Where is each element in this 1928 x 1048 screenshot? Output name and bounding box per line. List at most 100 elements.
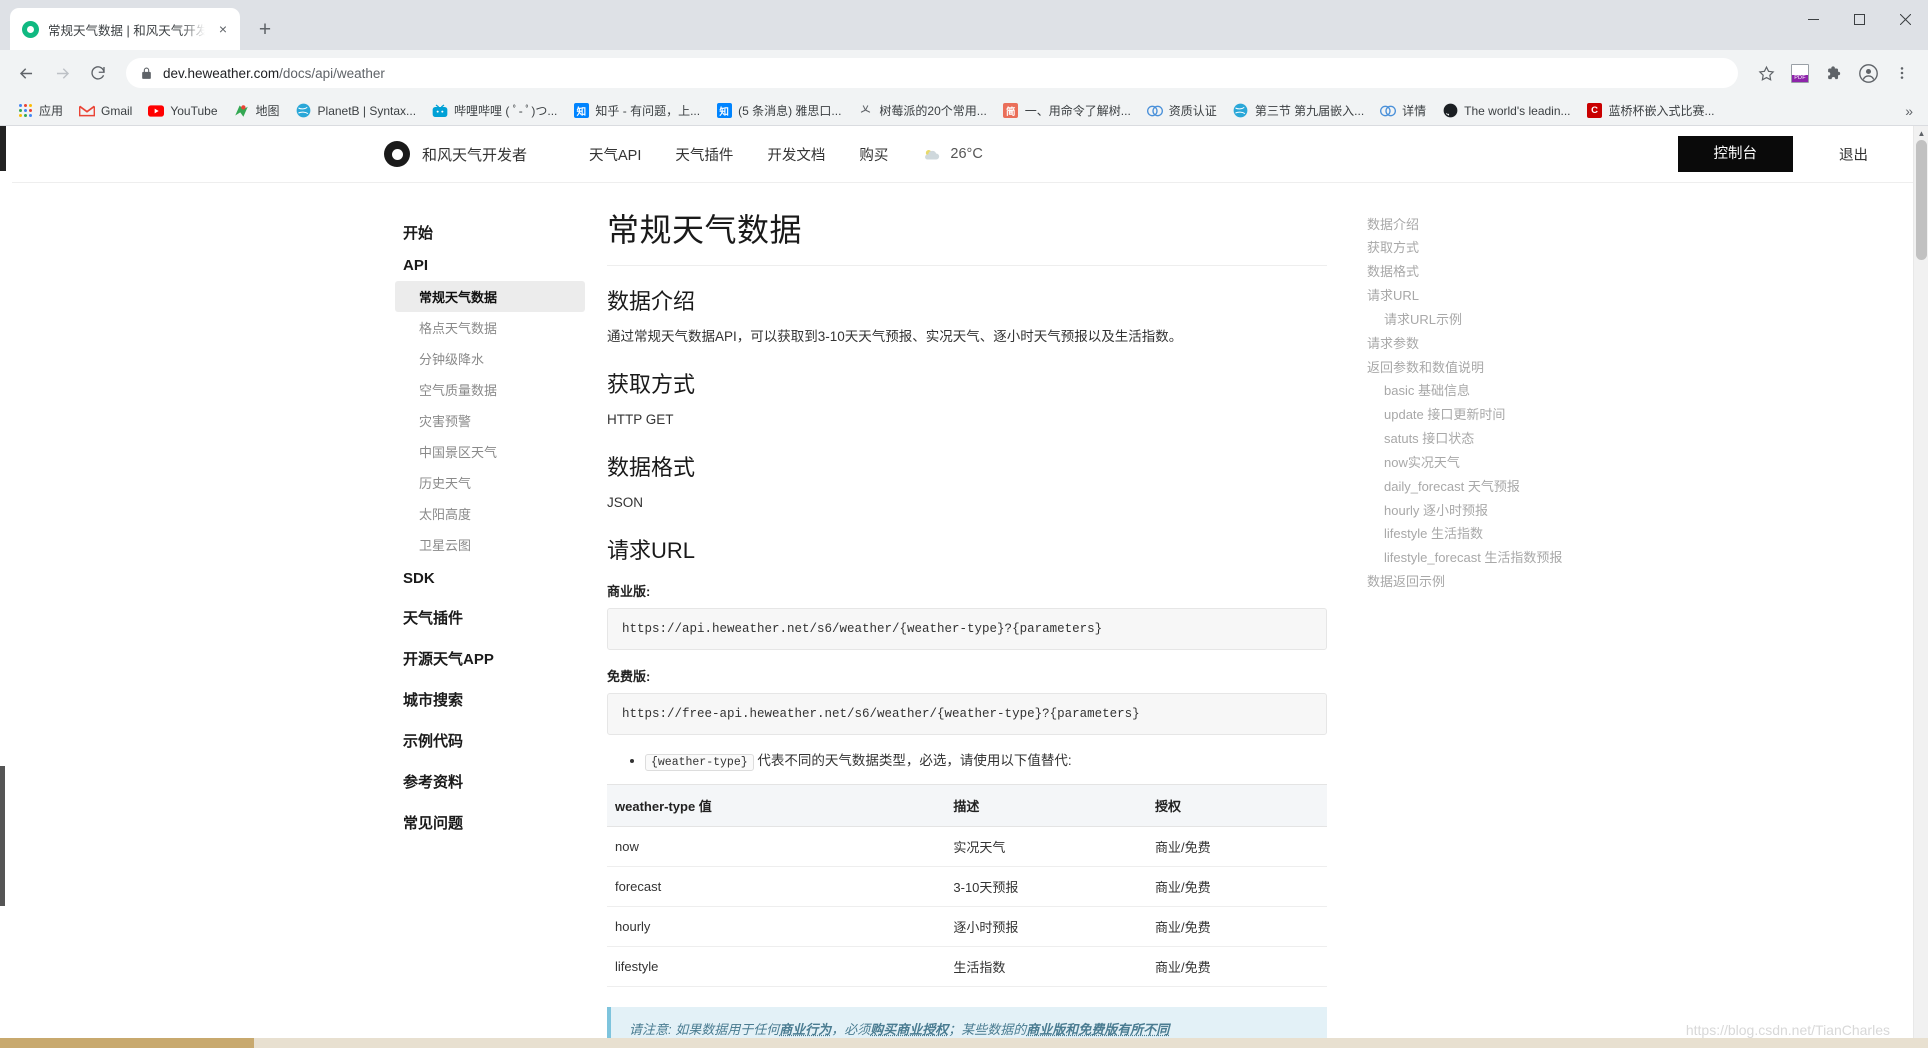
sidebar-item-sample-code[interactable]: 示例代码 bbox=[395, 720, 585, 761]
taskbar bbox=[0, 1038, 1928, 1048]
site-brand[interactable]: 和风天气开发者 bbox=[384, 141, 527, 167]
toc-item-basic[interactable]: basic 基础信息 bbox=[1367, 380, 1637, 404]
toc-item-hourly[interactable]: hourly 逐小时预报 bbox=[1367, 499, 1637, 523]
profile-avatar-icon[interactable] bbox=[1852, 57, 1884, 89]
back-arrow-icon[interactable] bbox=[10, 57, 42, 89]
toc-item-request-url[interactable]: 请求URL bbox=[1367, 285, 1637, 309]
sidebar-item-air-quality[interactable]: 空气质量数据 bbox=[395, 374, 585, 405]
bookmark-maps[interactable]: 地图 bbox=[226, 99, 288, 122]
logout-link[interactable]: 退出 bbox=[1839, 144, 1868, 165]
puzzle-piece-icon[interactable] bbox=[1818, 57, 1850, 89]
sidebar-item-grid-weather[interactable]: 格点天气数据 bbox=[395, 312, 585, 343]
nav-item-dev-docs[interactable]: 开发文档 bbox=[767, 144, 825, 165]
code-commercial-url[interactable]: https://api.heweather.net/s6/weather/{we… bbox=[607, 608, 1327, 650]
toc-item-status[interactable]: satuts 接口状态 bbox=[1367, 428, 1637, 452]
bookmark-planetb[interactable]: PlanetB | Syntax... bbox=[288, 100, 425, 122]
sidebar-item-scenic-weather[interactable]: 中国景区天气 bbox=[395, 436, 585, 467]
nav-item-weather-plugin[interactable]: 天气插件 bbox=[675, 144, 733, 165]
tab-strip: 常规天气数据 | 和风天气开发平台 × + bbox=[0, 0, 1928, 50]
bookmark-section3[interactable]: 第三节 第九届嵌入... bbox=[1225, 99, 1372, 122]
sidebar-item-disaster-warning[interactable]: 灾害预警 bbox=[395, 405, 585, 436]
bookmark-jianshu[interactable]: 简 一、用命令了解树... bbox=[995, 99, 1139, 122]
maximize-icon[interactable] bbox=[1836, 0, 1882, 38]
pdf-extension-icon[interactable]: PDF bbox=[1784, 57, 1816, 89]
text-access-method: HTTP GET bbox=[607, 409, 1327, 432]
toc-item-response-params[interactable]: 返回参数和数值说明 bbox=[1367, 356, 1637, 380]
sidebar-item-reference[interactable]: 参考资料 bbox=[395, 761, 585, 802]
bookmark-zhihu-1[interactable]: 知 知乎 - 有问题，上... bbox=[565, 99, 708, 122]
cell-type: hourly bbox=[607, 906, 945, 946]
sidebar-item-solar-elevation[interactable]: 太阳高度 bbox=[395, 498, 585, 529]
toc-item-access-method[interactable]: 获取方式 bbox=[1367, 237, 1637, 261]
tab-title: 常规天气数据 | 和风天气开发平台 bbox=[48, 20, 205, 39]
bookmark-apps[interactable]: 应用 bbox=[9, 99, 71, 122]
youtube-icon bbox=[148, 103, 164, 119]
page-scrollbar[interactable]: ▲ ▼ bbox=[1913, 126, 1928, 1048]
close-icon[interactable] bbox=[1882, 0, 1928, 38]
sidebar-item-weather-plugin[interactable]: 天气插件 bbox=[395, 597, 585, 638]
sidebar-group-start[interactable]: 开始 bbox=[395, 215, 585, 250]
cc-icon bbox=[1147, 103, 1163, 119]
toc-item-request-params[interactable]: 请求参数 bbox=[1367, 332, 1637, 356]
address-bar[interactable]: dev.heweather.com/docs/api/weather bbox=[126, 58, 1738, 88]
heading-access-method: 获取方式 bbox=[607, 367, 1327, 399]
left-edge-strip bbox=[0, 126, 12, 1048]
bookmark-raspberry[interactable]: 树莓派的20个常用... bbox=[849, 99, 994, 122]
table-row: now 实况天气 商业/免费 bbox=[607, 826, 1327, 866]
close-icon[interactable]: × bbox=[214, 20, 232, 38]
toc-item-data-format[interactable]: 数据格式 bbox=[1367, 261, 1637, 285]
text-data-intro: 通过常规天气数据API，可以获取到3-10天天气预报、实况天气、逐小时天气预报以… bbox=[607, 326, 1327, 349]
bookmark-label: 蓝桥杯嵌入式比赛... bbox=[1609, 102, 1715, 119]
code-free-url[interactable]: https://free-api.heweather.net/s6/weathe… bbox=[607, 693, 1327, 735]
table-row: forecast 3-10天预报 商业/免费 bbox=[607, 866, 1327, 906]
toc-item-daily-forecast[interactable]: daily_forecast 天气预报 bbox=[1367, 475, 1637, 499]
note-mid-2: ；某些数据的 bbox=[948, 1022, 1026, 1037]
toc-item-lifestyle-forecast[interactable]: lifestyle_forecast 生活指数预报 bbox=[1367, 547, 1637, 571]
nav-item-weather-api[interactable]: 天气API bbox=[589, 144, 641, 165]
browser-tab[interactable]: 常规天气数据 | 和风天气开发平台 × bbox=[10, 8, 240, 50]
reload-icon[interactable] bbox=[82, 57, 114, 89]
code-weather-type-token: {weather-type} bbox=[645, 754, 754, 771]
scrollbar-thumb[interactable] bbox=[1916, 140, 1927, 260]
toc-item-request-url-example[interactable]: 请求URL示例 bbox=[1367, 308, 1637, 332]
bookmark-cc-2[interactable]: 详情 bbox=[1372, 99, 1434, 122]
bookmarks-overflow-icon[interactable]: » bbox=[1899, 103, 1919, 119]
url-host: dev.heweather.com bbox=[163, 66, 279, 81]
sidebar-item-historical-weather[interactable]: 历史天气 bbox=[395, 467, 585, 498]
forward-arrow-icon[interactable] bbox=[46, 57, 78, 89]
sidebar-item-open-source-app[interactable]: 开源天气APP bbox=[395, 638, 585, 679]
minimize-icon[interactable] bbox=[1790, 0, 1836, 38]
cell-auth: 商业/免费 bbox=[1147, 866, 1327, 906]
cell-desc: 实况天气 bbox=[945, 826, 1147, 866]
toc-item-update[interactable]: update 接口更新时间 bbox=[1367, 404, 1637, 428]
toc-item-response-example[interactable]: 数据返回示例 bbox=[1367, 571, 1637, 595]
sidebar-item-city-search[interactable]: 城市搜索 bbox=[395, 679, 585, 720]
bookmark-youtube[interactable]: YouTube bbox=[140, 100, 225, 122]
sidebar-item-satellite-cloud[interactable]: 卫星云图 bbox=[395, 529, 585, 560]
bookmark-label: PlanetB | Syntax... bbox=[318, 104, 417, 118]
browser-window: 常规天气数据 | 和风天气开发平台 × + bbox=[0, 0, 1928, 1048]
sidebar-item-sdk[interactable]: SDK bbox=[395, 560, 585, 597]
note-bold-1: 商业行为 bbox=[779, 1022, 831, 1037]
console-button[interactable]: 控制台 bbox=[1678, 136, 1794, 173]
star-icon[interactable] bbox=[1750, 57, 1782, 89]
nav-item-buy[interactable]: 购买 bbox=[859, 144, 888, 165]
toc-item-lifestyle[interactable]: lifestyle 生活指数 bbox=[1367, 523, 1637, 547]
bookmark-cc-1[interactable]: 资质认证 bbox=[1139, 99, 1225, 122]
sidebar-item-common-weather[interactable]: 常规天气数据 bbox=[395, 281, 585, 312]
watermark-text: https://blog.csdn.net/TianCharles bbox=[1686, 1022, 1890, 1038]
bookmark-csdn[interactable]: C 蓝桥杯嵌入式比赛... bbox=[1579, 99, 1723, 122]
table-row: hourly 逐小时预报 商业/免费 bbox=[607, 906, 1327, 946]
toc-item-now[interactable]: now实况天气 bbox=[1367, 451, 1637, 475]
bookmark-gmail[interactable]: Gmail bbox=[71, 100, 140, 122]
bookmark-bilibili[interactable]: 哔哩哔哩 ( ﾟ- ﾟ)つ... bbox=[424, 99, 565, 122]
sidebar-item-minutely-precip[interactable]: 分钟级降水 bbox=[395, 343, 585, 374]
bookmark-github[interactable]: The world's leadin... bbox=[1434, 100, 1578, 122]
three-dot-menu-icon[interactable] bbox=[1886, 57, 1918, 89]
toc-item-data-intro[interactable]: 数据介绍 bbox=[1367, 213, 1637, 237]
sidebar-item-faq[interactable]: 常见问题 bbox=[395, 802, 585, 843]
scroll-up-icon[interactable]: ▲ bbox=[1914, 126, 1928, 141]
bookmark-zhihu-2[interactable]: 知 (5 条消息) 雅思口... bbox=[708, 99, 849, 122]
new-tab-button[interactable]: + bbox=[250, 14, 280, 44]
pdf-label: PDF bbox=[1792, 75, 1808, 82]
